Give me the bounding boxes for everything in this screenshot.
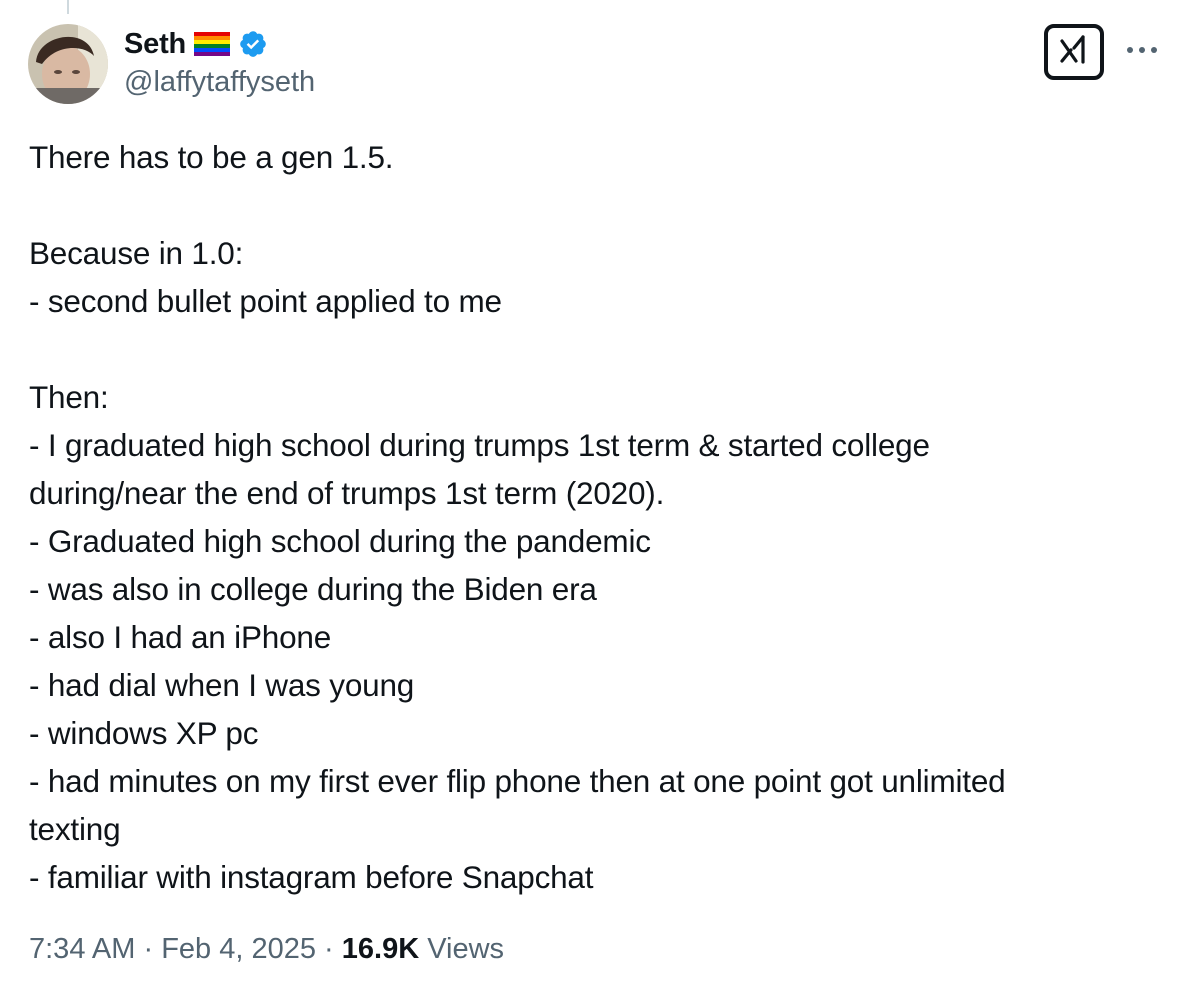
- tweet-text-line: - had minutes on my first ever flip phon…: [29, 763, 1006, 799]
- tweet-metadata: 7:34 AM · Feb 4, 2025 · 16.9K Views: [29, 933, 504, 966]
- verified-badge-icon[interactable]: [238, 29, 268, 59]
- tweet-date: Feb 4, 2025: [161, 933, 316, 965]
- tweet-text-line: - second bullet point applied to me: [29, 283, 502, 319]
- tweet-text-line: There has to be a gen 1.5.: [29, 139, 394, 175]
- meta-separator: ·: [315, 933, 342, 965]
- author-name-row: Seth: [124, 26, 268, 62]
- tweet-time: 7:34 AM: [29, 933, 136, 965]
- rainbow-flag-icon: [194, 32, 231, 56]
- thread-connector-line: [67, 0, 69, 14]
- tweet-text-line: - also I had an iPhone: [29, 619, 332, 655]
- tweet-text: There has to be a gen 1.5. Because in 1.…: [29, 133, 1169, 901]
- grok-icon: [1057, 33, 1091, 72]
- tweet-text-line: - windows XP pc: [29, 715, 259, 751]
- author-display-name[interactable]: Seth: [124, 28, 186, 61]
- tweet-text-line: - Graduated high school during the pande…: [29, 523, 651, 559]
- views-label: Views: [427, 933, 505, 965]
- views-count: 16.9K: [341, 933, 420, 965]
- tweet-text-line: Because in 1.0:: [29, 235, 244, 271]
- tweet-text-line: - had dial when I was young: [29, 667, 415, 703]
- tweet-timestamp-link[interactable]: 7:34 AM · Feb 4, 2025: [29, 933, 316, 965]
- more-options-button[interactable]: [1124, 38, 1160, 62]
- more-horizontal-icon: [1126, 41, 1158, 59]
- tweet-text-line: - was also in college during the Biden e…: [29, 571, 597, 607]
- tweet-text-line: texting: [29, 811, 121, 847]
- author-handle[interactable]: @laffytaffyseth: [124, 66, 315, 99]
- tweet-text-line: [29, 181, 1169, 229]
- tweet-text-line: Then:: [29, 379, 109, 415]
- grok-button[interactable]: [1044, 24, 1104, 80]
- tweet-text-line: [29, 325, 1169, 373]
- avatar[interactable]: [28, 24, 108, 104]
- tweet-text-line: during/near the end of trumps 1st term (…: [29, 475, 665, 511]
- tweet-text-line: - familiar with instagram before Snapcha…: [29, 859, 594, 895]
- tweet-text-line: - I graduated high school during trumps …: [29, 427, 930, 463]
- meta-separator: ·: [135, 933, 162, 965]
